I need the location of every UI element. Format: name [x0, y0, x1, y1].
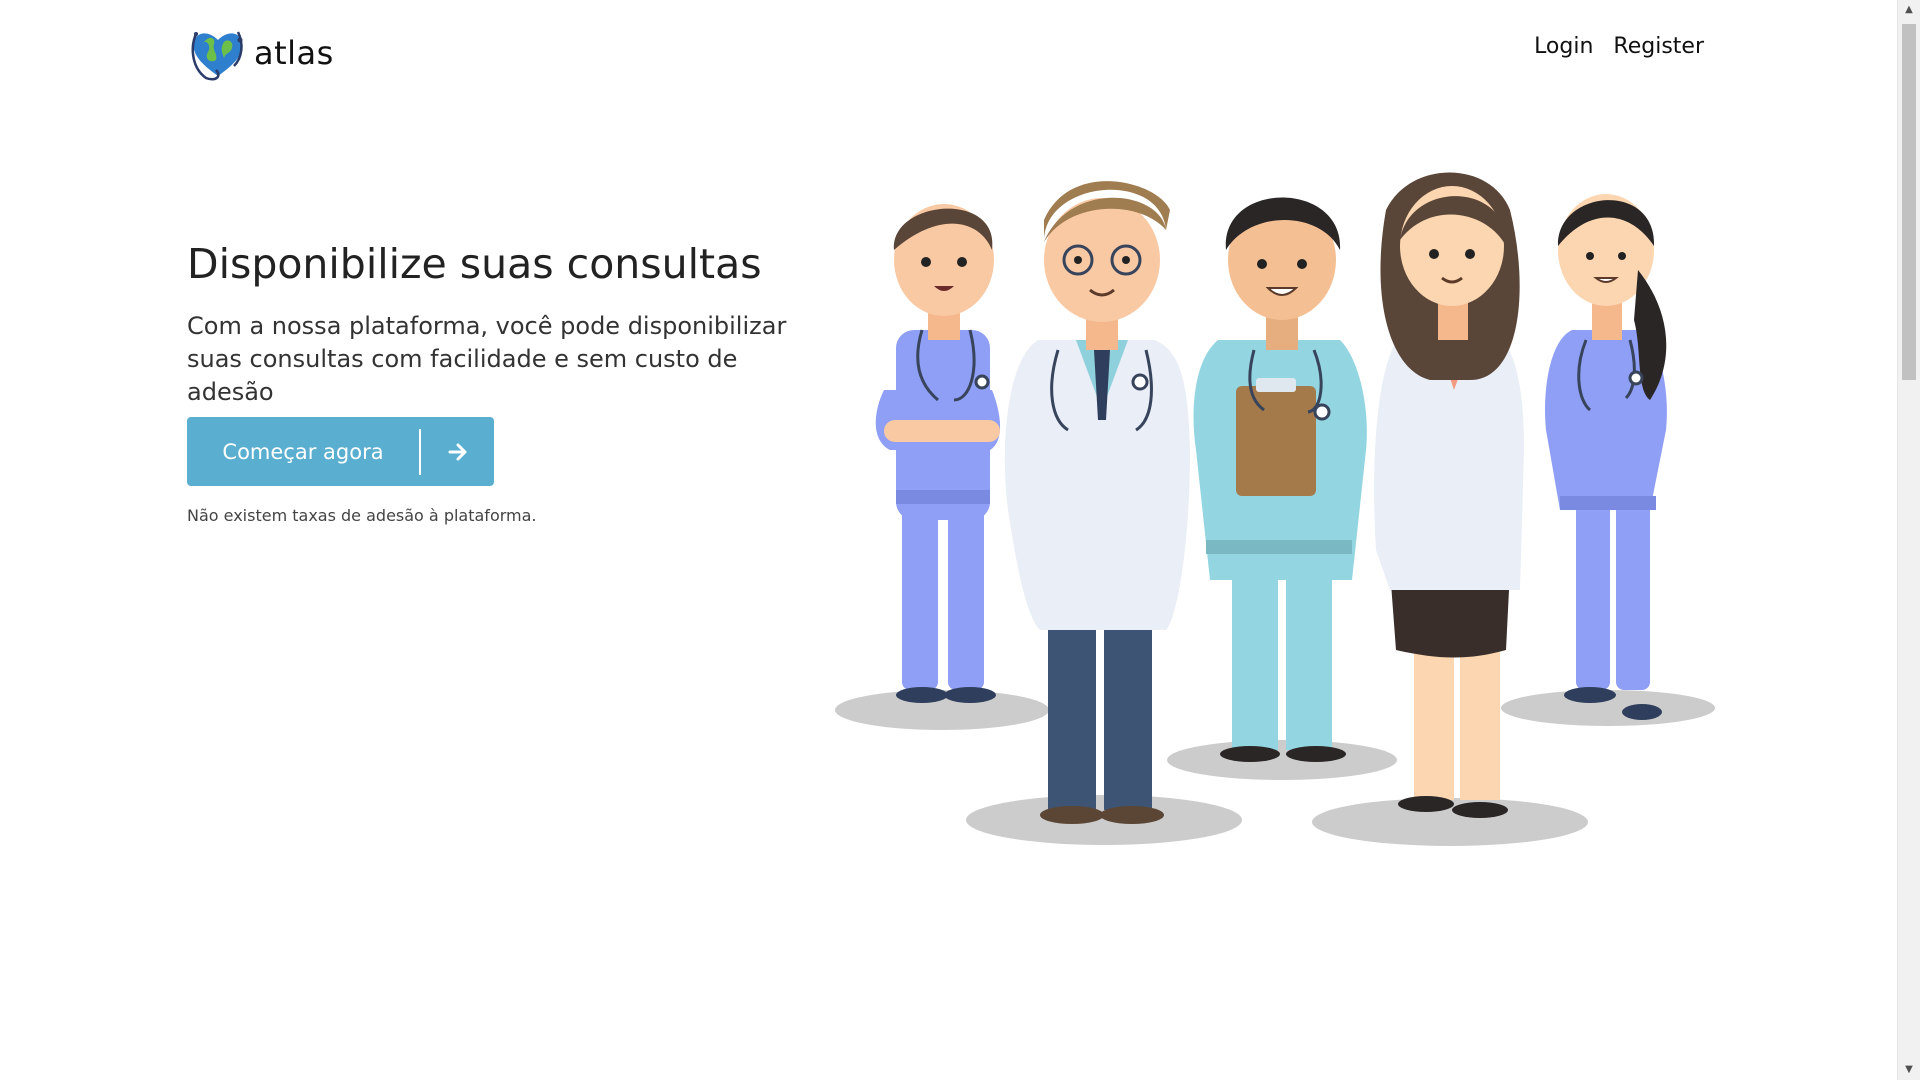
top-nav: Login Register: [1534, 34, 1704, 59]
nurse-female-figure: [1545, 194, 1667, 720]
vertical-scrollbar[interactable]: ▲ ▼: [1897, 0, 1920, 1080]
medical-team-illustration: [835, 172, 1715, 846]
no-fees-note: Não existem taxas de adesão à plataforma…: [187, 506, 537, 525]
nurse-clipboard-figure: [1193, 197, 1367, 762]
scroll-up-icon[interactable]: ▲: [1898, 0, 1920, 20]
start-now-label: Começar agora: [222, 439, 384, 464]
scrollbar-thumb[interactable]: [1902, 24, 1916, 380]
brand-logo[interactable]: atlas: [188, 24, 334, 82]
hero-subtitle: Com a nossa plataforma, você pode dispon…: [187, 312, 787, 406]
login-link[interactable]: Login: [1534, 34, 1593, 59]
brand-name: atlas: [254, 34, 334, 72]
start-now-button[interactable]: Começar agora: [187, 417, 494, 486]
doctor-male-figure: [1004, 181, 1190, 824]
nurse-male-figure: [875, 204, 1001, 703]
arrow-right-icon: [421, 443, 494, 461]
scroll-down-icon[interactable]: ▼: [1898, 1060, 1920, 1080]
doctor-female-figure: [1374, 172, 1524, 818]
globe-heart-stethoscope-icon: [191, 31, 243, 81]
hero-title: Disponibilize suas consultas: [187, 240, 762, 288]
register-link[interactable]: Register: [1613, 34, 1704, 59]
